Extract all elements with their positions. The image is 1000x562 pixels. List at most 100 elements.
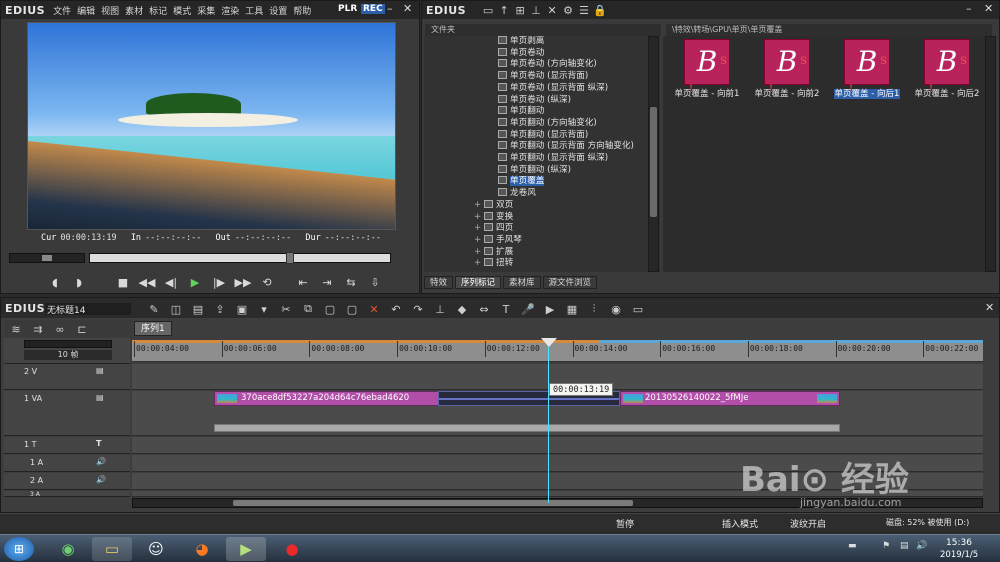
expand-icon[interactable]: + (474, 235, 482, 247)
close-icon-bin[interactable]: ✕ (984, 2, 993, 15)
qq-icon[interactable]: ☺ (136, 537, 176, 561)
effect-thumbnail[interactable]: B! S 单页覆盖 - 向前1 (667, 39, 747, 99)
set-in-icon[interactable]: ◖ (45, 273, 65, 291)
clock-time[interactable]: 15:36 (946, 538, 972, 548)
layout-icon[interactable]: ▭ (630, 301, 646, 317)
audio-mixer-icon[interactable]: 🎤 (520, 301, 536, 317)
status-insert-mode[interactable]: 插入模式 (722, 517, 758, 530)
tab-sequence-markers[interactable]: 序列标记 (455, 276, 502, 289)
playhead[interactable] (548, 340, 549, 503)
track-header-1a[interactable]: 1 A 🔊 (4, 455, 130, 472)
marker-icon[interactable]: ◆ (454, 301, 470, 317)
menu-view[interactable]: 视图 (101, 4, 119, 17)
tree-item[interactable]: + 扩展 (474, 246, 513, 259)
frame-scale[interactable]: 10 帧 (24, 350, 112, 360)
tree-item[interactable]: + 手风琴 (474, 234, 522, 247)
mixer-icon[interactable]: ⫶ (586, 301, 602, 317)
clip-video-1[interactable]: 370ace8df53227a204d64c76ebad4620 (214, 391, 439, 406)
stop-icon[interactable]: ■ (113, 273, 133, 291)
sync-icon[interactable]: ≋ (8, 321, 24, 337)
tree-item[interactable]: 单页翻动 (显示背面 纵深) (498, 153, 608, 165)
tab-source-browser[interactable]: 源文件浏览 (542, 276, 598, 289)
shuttle-slider[interactable] (9, 253, 85, 263)
track-header-1va[interactable]: 1 VA ▤ (4, 391, 130, 436)
tree-item[interactable]: 单页翻动 (纵深) (498, 164, 571, 177)
new-sequence-icon[interactable]: ✎ (146, 301, 162, 317)
firefox-icon[interactable]: ◕ (182, 537, 222, 561)
rec-mode-button[interactable]: REC (361, 4, 385, 14)
tree-item[interactable]: 单页卷动 (显示背面) (498, 71, 588, 83)
import-icon[interactable]: ⇪ (212, 301, 228, 317)
sequence-tab[interactable]: 序列1 (134, 321, 172, 336)
apply-icon[interactable]: ⊥ (528, 2, 544, 18)
effect-thumbnail[interactable]: B! S 单页覆盖 - 向后1 (827, 39, 907, 99)
close-icon[interactable]: ✕ (403, 2, 412, 15)
minimize-icon[interactable]: – (387, 2, 393, 15)
timeline-ruler[interactable]: 00:00:04:00 00:00:06:00 00:00:08:00 00:00:1… (132, 340, 983, 362)
menu-file[interactable]: 文件 (53, 4, 71, 17)
tree-item[interactable]: 单页卷动 (显示背面 纵深) (498, 82, 608, 95)
clock-date[interactable]: 2019/1/5 (940, 550, 978, 560)
open-icon[interactable]: ▤ (190, 301, 206, 317)
rewind-icon[interactable]: ◀◀ (137, 273, 157, 291)
volume-icon[interactable]: 🔊 (916, 541, 927, 551)
tree-item[interactable]: 单页翻动 (显示背面) (498, 129, 588, 142)
paste2-icon[interactable]: ▢ (344, 301, 360, 317)
menu-capture[interactable]: 采集 (197, 4, 215, 17)
track-header-1t[interactable]: 1 T T (4, 437, 130, 454)
view-icon[interactable]: ☰ (576, 2, 592, 18)
tree-item[interactable]: + 四页 (474, 223, 513, 235)
title-icon[interactable]: T (498, 301, 514, 317)
effect-thumbnail[interactable]: B! S 单页覆盖 - 向后2 (907, 39, 987, 99)
snapshot-icon[interactable]: ◫ (168, 301, 184, 317)
tab-effects[interactable]: 特效 (424, 276, 454, 289)
menu-edit[interactable]: 编辑 (77, 4, 95, 17)
expand-icon[interactable]: + (474, 247, 482, 259)
clip-video-2[interactable]: 20130526140022_5fMJe (620, 391, 840, 406)
monitor-icon[interactable]: ▤ (96, 366, 104, 375)
effect-thumbnail[interactable]: B! S 单页覆盖 - 向前2 (747, 39, 827, 99)
expand-icon[interactable]: + (474, 258, 482, 270)
folder-icon[interactable]: ▭ (480, 2, 496, 18)
undo-icon[interactable]: ↶ (388, 301, 404, 317)
replace-icon[interactable]: ⇆ (341, 273, 361, 291)
tree-item[interactable]: 龙卷风 (498, 188, 536, 200)
speaker-icon-1a[interactable]: 🔊 (96, 457, 106, 466)
close-icon-timeline[interactable]: ✕ (985, 301, 994, 314)
tree-item[interactable]: 单页覆盖 (498, 176, 545, 188)
tree-item[interactable]: + 变换 (474, 211, 513, 224)
lock-icon[interactable]: 🔒 (592, 2, 608, 18)
delete-clip-icon[interactable]: ✕ (366, 301, 382, 317)
overwrite-icon[interactable]: ⇥ (317, 273, 337, 291)
menu-tools[interactable]: 工具 (245, 4, 263, 17)
track-header-2a[interactable]: 2 A 🔊 (4, 473, 130, 490)
tree-icon[interactable]: ⊞ (512, 2, 528, 18)
tree-item[interactable]: + 扭转 (474, 258, 513, 270)
thumbs-scrollbar[interactable] (985, 36, 996, 272)
menu-marker[interactable]: 标记 (149, 4, 167, 17)
menu-clip[interactable]: 素材 (125, 4, 143, 17)
menu-help[interactable]: 帮助 (293, 4, 311, 17)
project-name[interactable]: 无标题14 (45, 303, 131, 316)
monitor-icon-va[interactable]: ▤ (96, 393, 104, 402)
link-icon[interactable]: ∞ (52, 321, 68, 337)
position-slider[interactable] (89, 252, 391, 264)
group-icon[interactable]: ⊏ (74, 321, 90, 337)
copy-icon[interactable]: ⧉ (300, 301, 316, 317)
play-icon[interactable]: ▶ (185, 273, 205, 291)
video-icon[interactable]: ▶ (542, 301, 558, 317)
tree-scrollbar[interactable] (648, 36, 659, 272)
track-header-2v[interactable]: 2 V ▤ (4, 364, 130, 390)
start-button[interactable]: ⊞ (4, 537, 34, 561)
minimize-icon-bin[interactable]: – (966, 2, 972, 15)
expand-icon[interactable]: + (474, 223, 482, 235)
tree-item[interactable]: 单页卷动 (方向轴变化) (498, 59, 597, 71)
ripple-icon[interactable]: ⇉ (30, 321, 46, 337)
tree-item[interactable]: + 双页 (474, 199, 513, 212)
tree-item[interactable]: 单页剥离 (498, 36, 544, 48)
status-ripple[interactable]: 波纹开启 (790, 517, 826, 530)
track-header-3a[interactable]: 3 A (4, 491, 130, 497)
color-icon[interactable]: ◉ (608, 301, 624, 317)
expand-icon[interactable]: + (474, 212, 482, 224)
app-360-icon[interactable]: ◉ (48, 537, 88, 561)
